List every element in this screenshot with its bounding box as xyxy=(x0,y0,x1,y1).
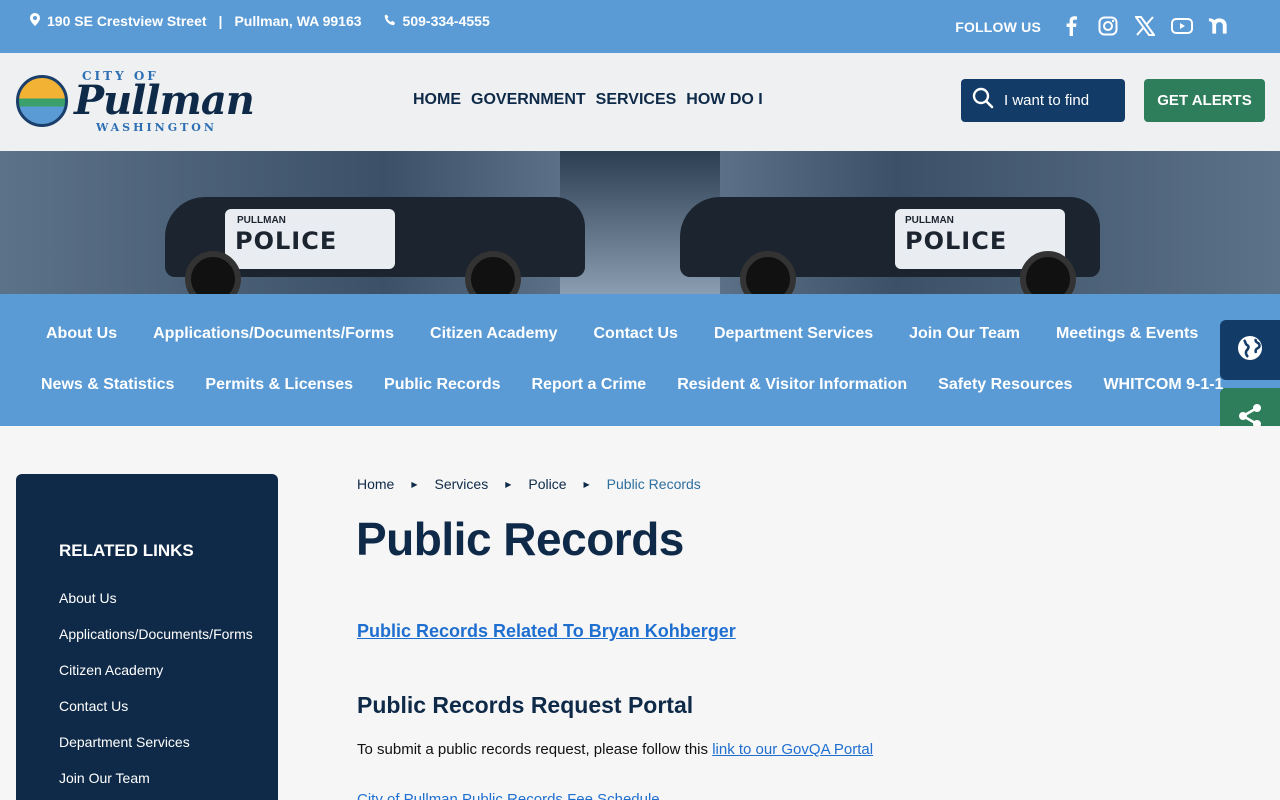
follow-us-label: FOLLOW US xyxy=(955,19,1041,35)
nav-government[interactable]: GOVERNMENT xyxy=(471,91,586,109)
x-icon[interactable] xyxy=(1133,14,1156,37)
dept-nav-resident-visitor-info[interactable]: Resident & Visitor Information xyxy=(677,376,907,394)
car-police-text: POLICE xyxy=(905,227,1008,255)
related-link-applications[interactable]: Applications/Documents/Forms xyxy=(59,626,253,662)
get-alerts-button[interactable]: GET ALERTS xyxy=(1144,79,1265,122)
page-title: Public Records xyxy=(356,513,684,565)
car-brand: PULLMAN xyxy=(237,215,286,226)
dept-nav-meetings-events[interactable]: Meetings & Events xyxy=(1056,325,1198,343)
breadcrumb-home[interactable]: Home xyxy=(357,476,394,492)
dept-nav-whitcom[interactable]: WHITCOM 9-1-1 xyxy=(1103,376,1223,394)
search-icon[interactable] xyxy=(972,87,994,114)
search-box[interactable] xyxy=(961,79,1125,122)
location-pin-icon xyxy=(30,13,40,29)
related-link-citizen-academy[interactable]: Citizen Academy xyxy=(59,662,253,698)
city-logo[interactable]: CITY OF Pullman WASHINGTON xyxy=(16,69,255,135)
logo-emblem xyxy=(16,75,68,127)
translate-button[interactable] xyxy=(1220,320,1280,380)
logo-state: WASHINGTON xyxy=(96,121,217,134)
dept-nav-about-us[interactable]: About Us xyxy=(46,325,117,343)
kohberger-records-link[interactable]: Public Records Related To Bryan Kohberge… xyxy=(357,621,736,642)
car-brand: PULLMAN xyxy=(905,215,954,226)
dept-nav-news-statistics[interactable]: News & Statistics xyxy=(41,376,174,394)
fee-schedule-link[interactable]: City of Pullman Public Records Fee Sched… xyxy=(357,791,660,800)
dept-nav-join-our-team[interactable]: Join Our Team xyxy=(909,325,1020,343)
phone-link[interactable]: 509-334-4555 xyxy=(384,13,490,29)
social-links xyxy=(1059,14,1230,37)
dept-nav-report-a-crime[interactable]: Report a Crime xyxy=(532,376,647,394)
breadcrumb: Home ▶ Services ▶ Police ▶ Public Record… xyxy=(357,476,701,492)
breadcrumb-services[interactable]: Services xyxy=(435,476,489,492)
car-police-text: POLICE xyxy=(235,227,338,255)
top-info-bar: 190 SE Crestview Street | Pullman, WA 99… xyxy=(0,0,1280,53)
nextdoor-icon[interactable] xyxy=(1207,14,1230,37)
phone-icon xyxy=(384,13,396,29)
related-link-department-services[interactable]: Department Services xyxy=(59,734,253,770)
related-links-heading: RELATED LINKS xyxy=(59,541,194,560)
main-nav: HOME GOVERNMENT SERVICES HOW DO I xyxy=(413,91,763,109)
breadcrumb-police[interactable]: Police xyxy=(528,476,566,492)
logo-name: Pullman xyxy=(74,77,255,124)
related-link-join-our-team[interactable]: Join Our Team xyxy=(59,770,253,800)
portal-paragraph: To submit a public records request, plea… xyxy=(357,741,873,758)
department-nav-row-1: About Us Applications/Documents/Forms Ci… xyxy=(46,325,1198,343)
govqa-portal-link[interactable]: link to our GovQA Portal xyxy=(712,741,873,758)
related-links-list: About Us Applications/Documents/Forms Ci… xyxy=(59,590,253,800)
nav-services[interactable]: SERVICES xyxy=(596,91,677,109)
address-text[interactable]: 190 SE Crestview Street xyxy=(47,13,207,29)
portal-text: To submit a public records request, plea… xyxy=(357,741,713,758)
related-link-contact-us[interactable]: Contact Us xyxy=(59,698,253,734)
police-car-left: PULLMAN POLICE xyxy=(165,169,585,294)
nav-how-do-i[interactable]: HOW DO I xyxy=(686,91,762,109)
facebook-icon[interactable] xyxy=(1059,14,1082,37)
youtube-icon[interactable] xyxy=(1170,14,1193,37)
dept-nav-citizen-academy[interactable]: Citizen Academy xyxy=(430,325,557,343)
phone-number: 509-334-4555 xyxy=(402,13,490,29)
department-nav-row-2: News & Statistics Permits & Licenses Pub… xyxy=(41,376,1223,394)
dept-nav-department-services[interactable]: Department Services xyxy=(714,325,873,343)
instagram-icon[interactable] xyxy=(1096,14,1119,37)
dept-nav-permits-licenses[interactable]: Permits & Licenses xyxy=(205,376,353,394)
globe-icon xyxy=(1236,334,1264,367)
dept-nav-contact-us[interactable]: Contact Us xyxy=(593,325,677,343)
city-text[interactable]: Pullman, WA 99163 xyxy=(234,13,361,29)
address-separator: | xyxy=(218,13,223,29)
related-links-panel: RELATED LINKS About Us Applications/Docu… xyxy=(16,474,278,800)
nav-home[interactable]: HOME xyxy=(413,91,461,109)
breadcrumb-arrow-icon: ▶ xyxy=(505,479,512,489)
hero-banner: PULLMAN POLICE PULLMAN POLICE xyxy=(0,151,1280,294)
breadcrumb-current: Public Records xyxy=(606,476,701,492)
dept-nav-public-records[interactable]: Public Records xyxy=(384,376,500,394)
department-nav: About Us Applications/Documents/Forms Ci… xyxy=(0,294,1280,426)
breadcrumb-arrow-icon: ▶ xyxy=(583,479,590,489)
site-header: CITY OF Pullman WASHINGTON HOME GOVERNME… xyxy=(0,53,1280,151)
breadcrumb-arrow-icon: ▶ xyxy=(411,479,418,489)
police-car-right: PULLMAN POLICE xyxy=(680,169,1100,294)
dept-nav-applications[interactable]: Applications/Documents/Forms xyxy=(153,325,394,343)
contact-info: 190 SE Crestview Street | Pullman, WA 99… xyxy=(30,13,490,29)
search-input[interactable] xyxy=(1004,92,1104,109)
dept-nav-safety-resources[interactable]: Safety Resources xyxy=(938,376,1072,394)
related-link-about-us[interactable]: About Us xyxy=(59,590,253,626)
portal-heading: Public Records Request Portal xyxy=(357,692,694,718)
